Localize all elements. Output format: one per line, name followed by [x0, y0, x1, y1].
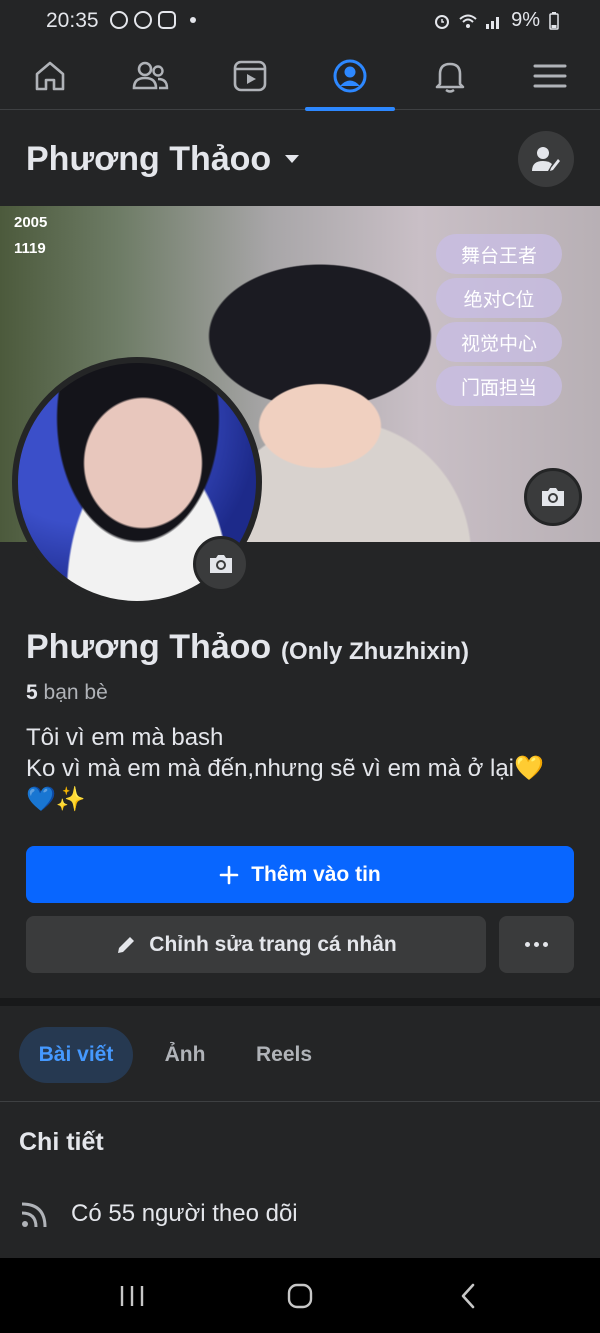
bio-line: Tôi vì em mà bash	[26, 724, 224, 751]
followers-row[interactable]: Có 55 người theo dõi	[19, 1198, 298, 1230]
camera-icon	[542, 488, 564, 506]
plus-icon	[219, 865, 239, 884]
status-bar: 20:35 9%	[0, 0, 600, 42]
friends-label: bạn bè	[43, 681, 108, 704]
system-navigation-bar	[0, 1258, 600, 1333]
home-icon	[35, 61, 65, 91]
profile-icon	[333, 59, 367, 93]
camera-icon	[210, 555, 232, 573]
profile-alternate-name: (Only Zhuzhixin)	[281, 638, 469, 665]
edit-profile-label: Chỉnh sửa trang cá nhân	[149, 932, 397, 956]
cover-tag: 门面担当	[436, 366, 562, 406]
cover-tag: 绝对C位	[436, 278, 562, 318]
friends-icon	[132, 61, 169, 90]
nav-profile[interactable]	[305, 42, 395, 111]
add-to-story-label: Thêm vào tin	[251, 862, 381, 886]
home-button[interactable]	[280, 1276, 320, 1316]
ellipsis-icon	[525, 942, 530, 947]
edit-cover-button[interactable]	[524, 468, 582, 526]
alarm-icon	[435, 14, 450, 29]
nav-notifications[interactable]	[405, 42, 495, 110]
signal-icon	[486, 16, 500, 29]
tab-photos[interactable]: Ảnh	[145, 1027, 225, 1083]
friends-count[interactable]: 5 bạn bè	[26, 681, 108, 705]
weibo-icon	[110, 11, 128, 29]
edit-profile-button[interactable]: Chỉnh sửa trang cá nhân	[26, 916, 486, 973]
status-system-icons: 9%	[433, 9, 560, 32]
top-nav	[0, 42, 600, 111]
profile-tabs: Bài viết Ảnh Reels	[0, 1006, 600, 1102]
recent-apps-icon	[120, 1286, 144, 1306]
back-button[interactable]	[448, 1276, 488, 1316]
details-heading: Chi tiết	[19, 1128, 104, 1156]
profile-switcher-title[interactable]: Phương Thảoo	[26, 140, 271, 179]
more-options-button[interactable]	[499, 916, 574, 973]
nav-video[interactable]	[205, 42, 295, 110]
profile-bio: Tôi vì em mà bash Ko vì mà em mà đến,như…	[26, 722, 586, 815]
cover-tag-list: 舞台王者 绝对C位 视觉中心 门面担当	[436, 234, 562, 410]
section-divider	[0, 998, 600, 1006]
instagram-icon	[158, 11, 176, 29]
hamburger-icon	[533, 64, 567, 88]
chevron-down-icon[interactable]	[285, 155, 299, 163]
video-icon	[233, 60, 267, 92]
more-notifications-dot	[190, 17, 196, 23]
battery-percent: 9%	[511, 9, 540, 31]
cover-date-stamp: 2005 1119	[14, 214, 48, 257]
battery-icon	[549, 11, 559, 30]
bio-line: Ko vì mà em mà đến,nhưng sẽ vì em mà ở l…	[26, 755, 544, 782]
recent-apps-button[interactable]	[112, 1276, 152, 1316]
nav-home[interactable]	[5, 42, 95, 110]
wifi-icon	[459, 14, 477, 28]
back-arrow-icon	[461, 1283, 475, 1309]
pencil-icon	[118, 936, 135, 953]
home-circle-icon	[287, 1283, 313, 1309]
tab-reels[interactable]: Reels	[236, 1027, 332, 1083]
edit-avatar-button[interactable]	[193, 536, 249, 592]
status-time: 20:35	[46, 9, 99, 32]
tab-posts[interactable]: Bài viết	[19, 1027, 133, 1083]
followers-count: Có 55 người theo dõi	[71, 1200, 298, 1227]
nav-friends[interactable]	[105, 42, 195, 110]
nav-menu[interactable]	[505, 42, 595, 110]
rss-icon	[21, 1202, 47, 1228]
profile-name: Phương Thảoo	[26, 628, 272, 666]
messenger-icon	[134, 11, 152, 29]
add-to-story-button[interactable]: Thêm vào tin	[26, 846, 574, 903]
bell-icon	[435, 62, 465, 93]
profile-header: Phương Thảoo	[0, 110, 600, 206]
status-notification-icons	[110, 11, 196, 29]
cover-tag: 视觉中心	[436, 322, 562, 362]
cover-tag: 舞台王者	[436, 234, 562, 274]
edit-user-button[interactable]	[518, 131, 574, 187]
bio-line: 💙✨	[26, 786, 86, 813]
friends-number: 5	[26, 681, 38, 704]
user-edit-icon	[532, 147, 560, 171]
